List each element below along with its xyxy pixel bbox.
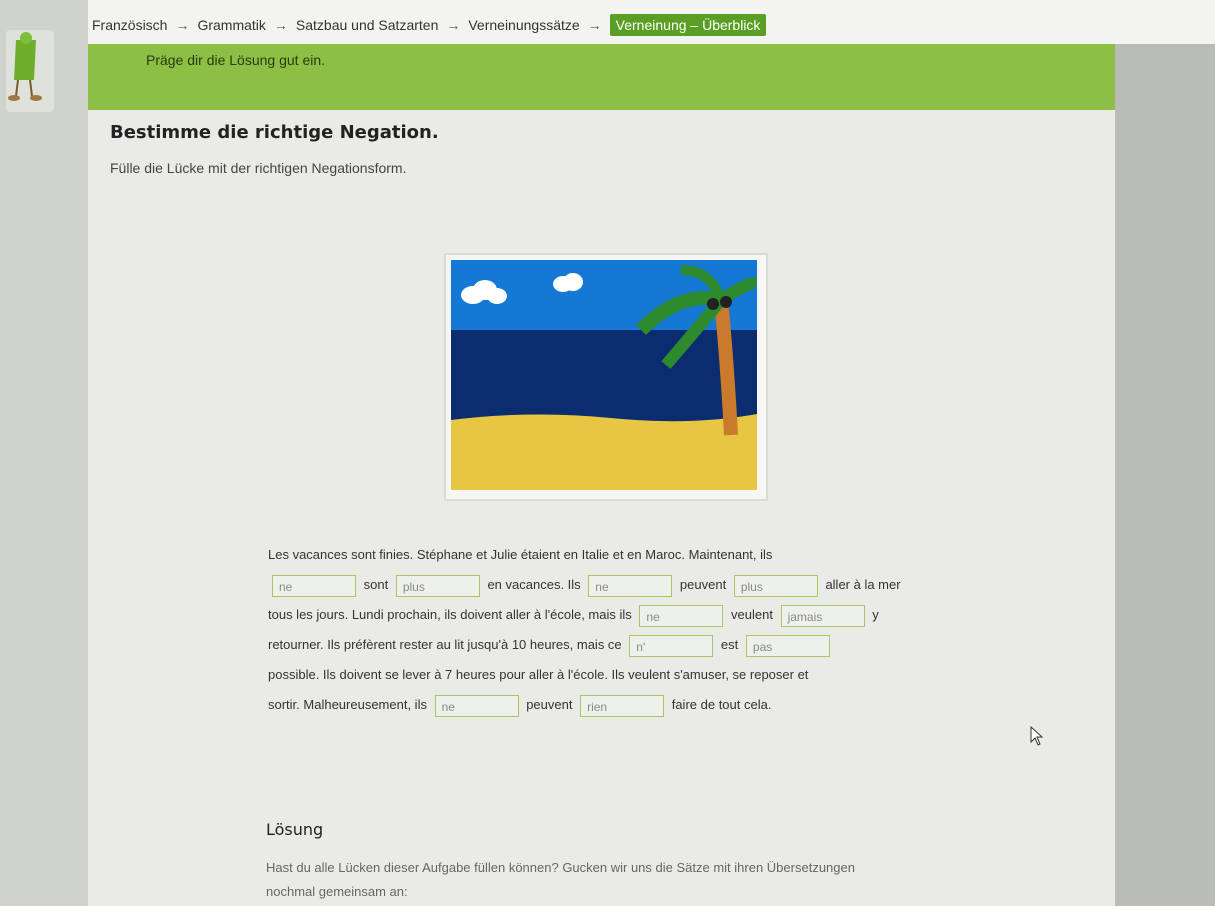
mascot-image [6,30,54,112]
text-fragment: est [720,637,739,652]
text-line: ne sont plus en vacances. Ils ne peuvent… [268,570,968,600]
breadcrumb-current-badge: Verneinung – Überblick [609,14,767,36]
task-title: Bestimme die richtige Negation. [110,122,439,143]
mouse-cursor-icon [1030,725,1044,751]
gap-input-1[interactable]: ne [272,574,356,597]
right-background [1115,0,1215,906]
breadcrumb-item-satzbau[interactable]: Satzbau und Satzarten [296,17,438,33]
breadcrumb-separator: → [446,17,461,33]
gap-input-5[interactable]: ne [639,604,724,627]
gap-input-3[interactable]: ne [588,574,673,597]
solution-text: Hast du alle Lücken dieser Aufgabe fülle… [266,860,855,899]
breadcrumb-item-verneinungssaetze[interactable]: Verneinungssätze [468,17,579,33]
text-line: possible. Ils doivent se lever à 7 heure… [268,660,968,690]
text-fragment: peuvent [526,697,573,712]
breadcrumb-separator: → [175,17,190,33]
gap-input-9[interactable]: ne [434,694,519,717]
text-fragment: aller à la mer [825,577,901,592]
text-fragment: en vacances. Ils [487,577,581,592]
task-instruction: Fülle die Lücke mit der richtigen Negati… [110,160,407,176]
exercise-card: Bestimme die richtige Negation. Fülle di… [88,110,1115,906]
gap-input-8[interactable]: pas [745,634,830,657]
text-fragment: sont [363,577,389,592]
text-fragment: y [872,607,879,622]
gap-input-4[interactable]: plus [733,574,818,597]
breadcrumb-item-grammatik[interactable]: Grammatik [197,17,265,33]
gap-input-7[interactable]: n' [629,634,714,657]
breadcrumb: Französisch → Grammatik → Satzbau und Sa… [92,14,767,36]
text-fragment: retourner. Ils préfèrent rester au lit j… [268,637,622,652]
text-fragment: veulent [731,607,773,622]
text-fragment: sortir. Malheureusement, ils [268,697,427,712]
text-fragment: tous les jours. Lundi prochain, ils doiv… [268,607,632,622]
gap-input-2[interactable]: plus [395,574,480,597]
fill-in-text: Les vacances sont finies. Stéphane et Ju… [268,540,968,720]
text-fragment: peuvent [679,577,727,592]
text-line-5: possible. Ils doivent se lever à 7 heure… [268,667,809,682]
gap-input-10[interactable]: rien [580,694,665,717]
breadcrumb-separator: → [587,17,602,33]
beach-illustration [444,253,768,501]
breadcrumb-separator: → [273,17,288,33]
left-background [0,0,88,906]
text-line: sortir. Malheureusement, ils ne peuvent … [268,690,968,720]
text-line: Les vacances sont finies. Stéphane et Ju… [268,540,968,570]
gap-input-6[interactable]: jamais [780,604,865,627]
solution-heading: Lösung [266,820,324,839]
text-line-1: Les vacances sont finies. Stéphane et Ju… [268,547,773,562]
text-fragment: faire de tout cela. [671,697,772,712]
feedback-banner: Präge dir die Lösung gut ein. [88,44,1115,110]
text-line: tous les jours. Lundi prochain, ils doiv… [268,600,968,630]
text-line: retourner. Ils préfèrent rester au lit j… [268,630,968,660]
breadcrumb-bar: Französisch → Grammatik → Satzbau und Sa… [88,0,1215,44]
breadcrumb-item-franzoesisch[interactable]: Französisch [92,17,167,33]
banner-text: Präge dir die Lösung gut ein. [146,52,326,68]
